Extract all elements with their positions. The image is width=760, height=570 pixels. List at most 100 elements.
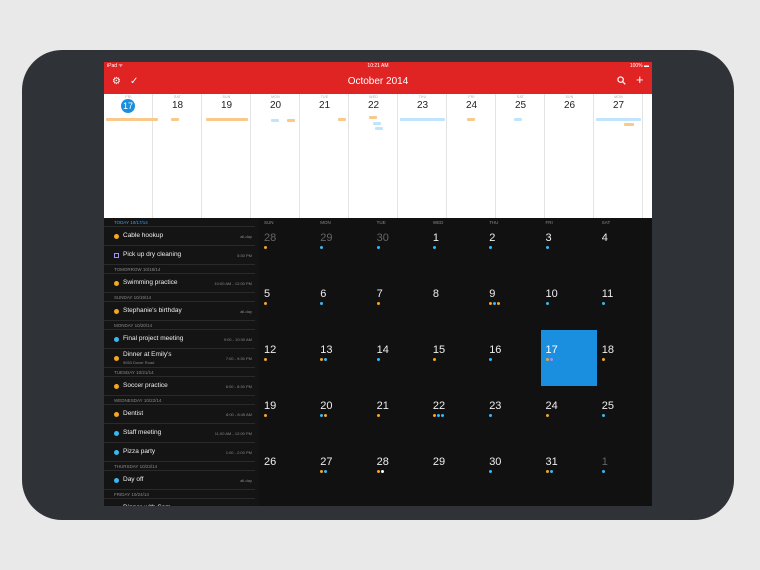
agenda-event[interactable]: Soccer practice 6:00 - 8:30 PM xyxy=(104,377,255,396)
event-bar[interactable] xyxy=(271,119,279,122)
day-cell[interactable]: 7 xyxy=(541,498,597,506)
day-cell[interactable]: 13 xyxy=(315,330,371,386)
event-bar[interactable] xyxy=(373,122,381,125)
agenda-event[interactable]: Pizza party 1:00 - 2:00 PM xyxy=(104,443,255,462)
week-day-column[interactable]: MON 20 xyxy=(251,94,300,218)
day-cell[interactable]: 19 xyxy=(259,386,315,442)
day-cell[interactable]: 15 xyxy=(428,330,484,386)
day-cell[interactable]: 9 xyxy=(484,274,540,330)
day-cell[interactable]: 14 xyxy=(372,330,428,386)
week-day-column[interactable]: THU 23 xyxy=(398,94,447,218)
event-bar[interactable] xyxy=(287,119,295,122)
day-cell[interactable]: 8 xyxy=(428,274,484,330)
event-bar[interactable] xyxy=(624,123,634,126)
agenda-event[interactable]: Staff meeting 11:00 AM - 12:00 PM xyxy=(104,424,255,443)
week-day-column[interactable]: FRI 24 xyxy=(447,94,496,218)
day-cell[interactable]: 3 xyxy=(315,498,371,506)
event-bar[interactable] xyxy=(514,118,522,121)
day-cell[interactable]: 25 xyxy=(597,386,652,442)
agenda-event[interactable]: Pick up dry cleaning 5:30 PM xyxy=(104,246,255,265)
day-cell[interactable]: 6 xyxy=(315,274,371,330)
event-bar[interactable] xyxy=(369,116,377,119)
agenda-event[interactable]: Swimming practice 10:00 AM - 12:00 PM xyxy=(104,274,255,293)
event-bar[interactable] xyxy=(375,127,383,130)
day-cell[interactable]: 28 xyxy=(259,218,315,274)
event-time: 10:00 AM - 12:00 PM xyxy=(214,281,252,286)
day-cell[interactable]: 29 xyxy=(428,442,484,498)
week-day-column[interactable]: WED 22 xyxy=(349,94,398,218)
day-cell[interactable]: 5 xyxy=(259,274,315,330)
event-color-dot xyxy=(114,281,119,286)
week-day-column[interactable]: FRI 17 xyxy=(104,94,153,218)
event-dot xyxy=(489,414,493,417)
agenda-event[interactable]: Day off all-day xyxy=(104,471,255,490)
day-cell[interactable]: 22 xyxy=(428,386,484,442)
day-cell[interactable]: 20 xyxy=(315,386,371,442)
day-cell[interactable]: 1 xyxy=(597,442,652,498)
day-cell[interactable]: 7 xyxy=(372,274,428,330)
day-cell[interactable]: 30 xyxy=(372,218,428,274)
event-bar[interactable] xyxy=(400,118,445,121)
agenda-list: TODAY 10/17/14 Cable hookup all-day Pick up… xyxy=(104,218,255,506)
event-bar[interactable] xyxy=(338,118,346,121)
week-day-column[interactable]: SAT 18 xyxy=(153,94,202,218)
day-cell[interactable]: 18 xyxy=(597,330,652,386)
event-color-dot xyxy=(114,384,119,389)
week-day-name: SAT xyxy=(173,95,182,99)
week-day-column[interactable]: SUN 26 xyxy=(545,94,594,218)
agenda-event[interactable]: Dentist 8:00 - 8:45 AM xyxy=(104,405,255,424)
day-cell[interactable]: 6 xyxy=(484,498,540,506)
day-cell[interactable]: 1 xyxy=(428,218,484,274)
clock: 10:21 AM xyxy=(367,63,389,69)
day-cell[interactable]: 24 xyxy=(541,386,597,442)
event-bar[interactable] xyxy=(106,118,158,121)
search-icon[interactable] xyxy=(617,76,626,89)
day-cell[interactable]: 30 xyxy=(484,442,540,498)
agenda-event[interactable]: Dinner with Sam7:00 - 8:30 PM xyxy=(104,499,255,506)
day-number: 13 xyxy=(320,344,333,356)
plus-icon[interactable]: + xyxy=(636,73,644,86)
day-number: 11 xyxy=(601,288,614,300)
agenda-event[interactable]: Final project meeting 9:00 - 10:30 AM xyxy=(104,330,255,349)
selected-day-cell[interactable]: 17 xyxy=(540,330,597,386)
day-number: 9 xyxy=(489,288,496,300)
week-day-column[interactable]: TUE 21 xyxy=(300,94,349,218)
day-cell[interactable]: 31 xyxy=(541,442,597,498)
day-cell[interactable]: 28 xyxy=(372,442,428,498)
day-cell[interactable]: 2 xyxy=(484,218,540,274)
event-dot xyxy=(376,302,380,305)
event-bar[interactable] xyxy=(206,118,248,121)
agenda-event[interactable]: Cable hookup all-day xyxy=(104,227,255,246)
agenda-event[interactable]: Stephanie's birthday all-day xyxy=(104,302,255,321)
checkbox-icon[interactable] xyxy=(114,253,119,258)
event-bar[interactable] xyxy=(467,118,475,121)
day-cell[interactable]: 26 xyxy=(259,442,315,498)
day-cell[interactable]: 8 xyxy=(597,498,652,506)
day-number: 27 xyxy=(320,456,333,468)
day-cell[interactable]: 10 xyxy=(541,274,597,330)
agenda-event[interactable]: Dinner at Emily's 9053 Dover Road 7:00 - 9… xyxy=(104,349,255,368)
event-bar[interactable] xyxy=(596,118,641,121)
week-day-column[interactable]: SUN 19 xyxy=(202,94,251,218)
day-cell[interactable]: 2 xyxy=(259,498,315,506)
day-cell[interactable]: 4 xyxy=(597,218,652,274)
day-cell[interactable]: 21 xyxy=(372,386,428,442)
day-cell[interactable]: 29 xyxy=(315,218,371,274)
day-cell[interactable]: 23 xyxy=(484,386,540,442)
week-day-column[interactable]: MON 27 xyxy=(594,94,643,218)
day-cell[interactable]: 4 xyxy=(372,498,428,506)
event-bar[interactable] xyxy=(171,118,179,121)
day-cell[interactable]: 27 xyxy=(315,442,371,498)
day-cell[interactable]: 3 xyxy=(541,218,597,274)
week-day-date: 21 xyxy=(318,100,331,111)
month-title[interactable]: October 2014 xyxy=(104,76,652,87)
day-cell[interactable]: 16 xyxy=(484,330,540,386)
battery-indicator: 100% ▬ xyxy=(629,63,649,69)
event-dot xyxy=(549,358,553,361)
day-cell[interactable]: 11 xyxy=(597,274,652,330)
title-bar: ⚙ ✓ October 2014 + xyxy=(104,71,652,94)
week-day-column[interactable]: SAT 25 xyxy=(496,94,545,218)
day-cell[interactable]: 12 xyxy=(259,330,315,386)
day-cell[interactable]: 5 xyxy=(428,498,484,506)
event-dots xyxy=(320,358,328,361)
